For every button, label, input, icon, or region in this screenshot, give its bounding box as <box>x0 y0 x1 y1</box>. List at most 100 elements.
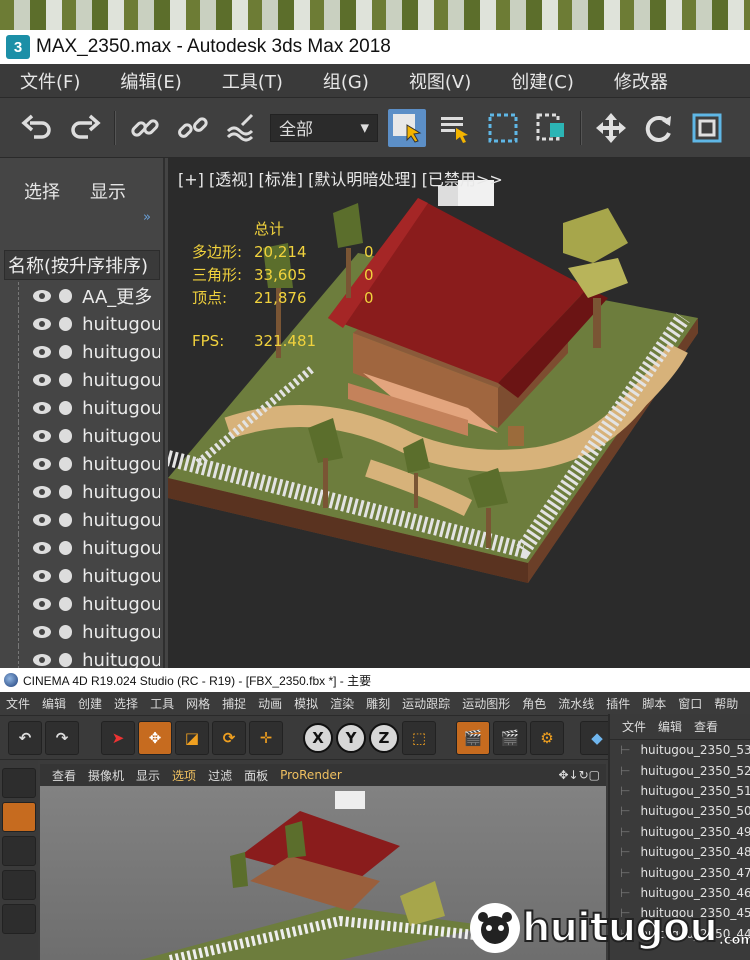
freeze-toggle-icon[interactable] <box>58 569 73 583</box>
render-settings-button[interactable]: ⚙ <box>530 720 564 755</box>
viewport-navigation-icons[interactable]: ✥↓↻▢ <box>552 768 606 782</box>
redo-button[interactable] <box>66 109 104 147</box>
freeze-toggle-icon[interactable] <box>58 401 73 415</box>
rotate-button[interactable] <box>640 109 678 147</box>
vp-menu-view[interactable]: 查看 <box>46 767 82 784</box>
max-menu-modifiers[interactable]: 修改器 <box>594 68 688 94</box>
scale-tool-button[interactable]: ◪ <box>175 720 209 755</box>
scene-list-item[interactable]: AA_更多 <box>18 282 160 310</box>
select-object-button[interactable] <box>388 108 426 147</box>
visibility-eye-icon[interactable] <box>33 458 51 470</box>
c4d-menu-item[interactable]: 帮助 <box>708 695 744 712</box>
scene-list-item[interactable]: huitugou <box>18 534 160 562</box>
c4d-menu-item[interactable]: 流水线 <box>552 695 600 712</box>
freeze-toggle-icon[interactable] <box>58 513 73 527</box>
x-axis-button[interactable]: X <box>303 722 333 753</box>
select-by-name-button[interactable] <box>436 109 474 147</box>
c4d-menu-item[interactable]: 文件 <box>0 695 36 712</box>
scene-list-item[interactable]: huitugou <box>18 618 160 646</box>
viewport-label[interactable]: [+] [透视] [标准] [默认明暗处理] [已禁用>> <box>178 166 503 190</box>
render-view-button[interactable]: 🎬 <box>456 720 490 755</box>
c4d-menu-item[interactable]: 捕捉 <box>216 695 252 712</box>
object-list-item[interactable]: ⊢ huitugou_2350_53 <box>610 740 750 760</box>
freeze-toggle-icon[interactable] <box>58 597 73 611</box>
scale-button[interactable] <box>688 109 726 147</box>
freeze-toggle-icon[interactable] <box>58 625 73 639</box>
render-picture-viewer-button[interactable]: 🎬 <box>493 720 527 755</box>
freeze-toggle-icon[interactable] <box>58 289 73 303</box>
c4d-menu-item[interactable]: 网格 <box>180 695 216 712</box>
c4d-menu-item[interactable]: 选择 <box>108 695 144 712</box>
window-crossing-button[interactable] <box>532 109 570 147</box>
live-select-button[interactable]: ➤ <box>101 720 135 755</box>
object-mode-button[interactable] <box>2 802 36 832</box>
freeze-toggle-icon[interactable] <box>58 429 73 443</box>
points-mode-button[interactable] <box>2 904 36 934</box>
c4d-menu-item[interactable]: 编辑 <box>36 695 72 712</box>
max-menu-file[interactable]: 文件(F) <box>0 68 100 94</box>
link-button[interactable] <box>126 109 164 147</box>
scene-list-item[interactable]: huitugou <box>18 506 160 534</box>
max-menu-view[interactable]: 视图(V) <box>389 68 491 94</box>
vp-menu-cameras[interactable]: 摄像机 <box>82 767 130 784</box>
visibility-eye-icon[interactable] <box>33 570 51 582</box>
y-axis-button[interactable]: Y <box>336 722 366 753</box>
tab-select[interactable]: 选择 <box>24 178 60 204</box>
c4d-menu-item[interactable]: 运动跟踪 <box>396 695 456 712</box>
freeze-toggle-icon[interactable] <box>58 541 73 555</box>
redo-button[interactable]: ↷ <box>45 720 79 755</box>
c4d-menu-item[interactable]: 窗口 <box>672 695 708 712</box>
om-menu-edit[interactable]: 编辑 <box>652 718 688 735</box>
visibility-eye-icon[interactable] <box>33 374 51 386</box>
max-menu-create[interactable]: 创建(C) <box>491 68 594 94</box>
visibility-eye-icon[interactable] <box>33 430 51 442</box>
vp-menu-panel[interactable]: 面板 <box>238 767 274 784</box>
vp-menu-options[interactable]: 选项 <box>166 767 202 784</box>
visibility-eye-icon[interactable] <box>33 542 51 554</box>
object-list-item[interactable]: ⊢ huitugou_2350_51 <box>610 781 750 801</box>
bind-space-warp-button[interactable] <box>222 109 260 147</box>
freeze-toggle-icon[interactable] <box>58 373 73 387</box>
freeze-toggle-icon[interactable] <box>58 457 73 471</box>
rotate-tool-button[interactable]: ⟳ <box>212 720 246 755</box>
visibility-eye-icon[interactable] <box>33 346 51 358</box>
max-menu-edit[interactable]: 编辑(E) <box>100 68 201 94</box>
unlink-button[interactable] <box>174 109 212 147</box>
move-button[interactable] <box>592 109 630 147</box>
vp-menu-display[interactable]: 显示 <box>130 767 166 784</box>
c4d-menu-item[interactable]: 雕刻 <box>360 695 396 712</box>
visibility-eye-icon[interactable] <box>33 402 51 414</box>
object-list-item[interactable]: ⊢ huitugou_2350_48 <box>610 842 750 862</box>
scene-column-header[interactable]: 名称(按升序排序) <box>4 250 160 280</box>
freeze-toggle-icon[interactable] <box>58 653 73 667</box>
coordinate-system-button[interactable]: ⬚ <box>402 720 436 755</box>
c4d-menu-item[interactable]: 运动图形 <box>456 695 516 712</box>
c4d-menu-item[interactable]: 插件 <box>600 695 636 712</box>
c4d-menu-item[interactable]: 动画 <box>252 695 288 712</box>
om-menu-file[interactable]: 文件 <box>616 718 652 735</box>
c4d-menu-item[interactable]: 脚本 <box>636 695 672 712</box>
visibility-eye-icon[interactable] <box>33 290 51 302</box>
undo-button[interactable]: ↶ <box>8 720 42 755</box>
object-list-item[interactable]: ⊢ huitugou_2350_50 <box>610 801 750 821</box>
scene-list-item[interactable]: huitugou <box>18 310 160 338</box>
om-menu-view[interactable]: 查看 <box>688 718 724 735</box>
z-axis-button[interactable]: Z <box>369 722 399 753</box>
scene-list-item[interactable]: huitugou <box>18 394 160 422</box>
max-menu-tools[interactable]: 工具(T) <box>202 68 303 94</box>
vp-menu-filter[interactable]: 过滤 <box>202 767 238 784</box>
object-list-item[interactable]: ⊢ huitugou_2350_49 <box>610 822 750 842</box>
c4d-menu-item[interactable]: 模拟 <box>288 695 324 712</box>
last-tool-button[interactable]: ✛ <box>249 720 283 755</box>
tab-display[interactable]: 显示 <box>90 178 126 204</box>
expand-arrows-icon[interactable]: » <box>143 210 151 225</box>
workplane-mode-button[interactable] <box>2 870 36 900</box>
scene-list-item[interactable]: huitugou <box>18 590 160 618</box>
freeze-toggle-icon[interactable] <box>58 345 73 359</box>
vp-menu-prorender[interactable]: ProRender <box>274 768 348 782</box>
scene-list-item[interactable]: huitugou <box>18 478 160 506</box>
scene-list-item[interactable]: huitugou <box>18 450 160 478</box>
c4d-menu-item[interactable]: 角色 <box>516 695 552 712</box>
move-tool-button[interactable]: ✥ <box>138 720 172 755</box>
freeze-toggle-icon[interactable] <box>58 317 73 331</box>
